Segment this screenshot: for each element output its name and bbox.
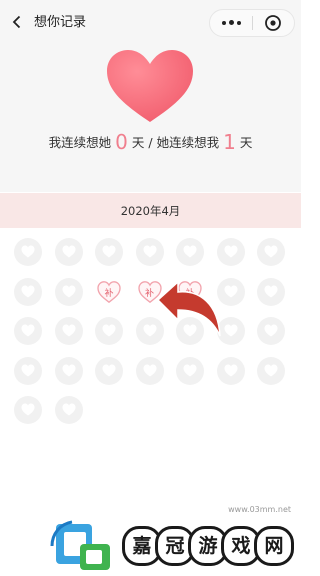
- heart-icon: [62, 403, 75, 416]
- heart-icon: [143, 245, 156, 258]
- calendar-day[interactable]: 补: [95, 277, 123, 306]
- calendar-day[interactable]: [95, 317, 123, 345]
- calendar-day[interactable]: [176, 356, 204, 385]
- streak-summary: 我连续想她 0 天 / 她连续想我 1 天: [0, 128, 301, 158]
- calendar-day[interactable]: [216, 238, 245, 266]
- heart-icon: [21, 324, 35, 337]
- calendar-day[interactable]: [54, 317, 83, 345]
- calendar-day[interactable]: [54, 356, 83, 385]
- heart-icon: [102, 324, 116, 337]
- more-dot-icon: [229, 20, 234, 25]
- calendar-day[interactable]: [54, 277, 83, 306]
- calendar-day[interactable]: [14, 356, 42, 385]
- month-label: 2020年4月: [120, 204, 181, 218]
- calendar-day[interactable]: [135, 356, 164, 385]
- calendar-day[interactable]: [14, 317, 42, 345]
- heart-icon: [62, 364, 75, 376]
- calendar-day[interactable]: [54, 238, 83, 266]
- heart-icon: [264, 364, 278, 376]
- calendar-day[interactable]: [14, 238, 42, 266]
- calendar-day[interactable]: [54, 396, 83, 424]
- heart-icon: [224, 245, 237, 258]
- heart-icon: [21, 364, 35, 376]
- target-icon: [265, 15, 281, 31]
- heart-icon: [183, 364, 197, 376]
- heart-icon: [264, 245, 278, 258]
- heart-icon: [143, 324, 156, 337]
- heart-icon: [102, 245, 116, 258]
- logo-character: 网: [254, 526, 294, 566]
- mini-program-capsule: [209, 9, 295, 37]
- heart-icon: [107, 50, 193, 122]
- my-streak-label: 我连续想她: [48, 135, 112, 150]
- calendar-day[interactable]: [176, 238, 204, 266]
- heart-icon: [21, 403, 35, 416]
- calendar-day[interactable]: [257, 238, 285, 266]
- heart-icon: [62, 324, 75, 337]
- my-streak-count: 0: [115, 130, 128, 154]
- site-logo: 嘉冠游戏网: [46, 520, 296, 576]
- heart-icon: [21, 245, 35, 258]
- close-mini-program-button[interactable]: [253, 10, 295, 36]
- heart-icon: [102, 364, 116, 376]
- back-arrow-icon[interactable]: [9, 14, 25, 30]
- heart-icon: [62, 285, 75, 297]
- more-dot-icon: [222, 21, 226, 25]
- watermark-url: www.03mm.net: [228, 505, 291, 514]
- calendar-day[interactable]: [135, 238, 164, 266]
- calendar-day[interactable]: [14, 277, 42, 306]
- heart-icon: [62, 245, 75, 258]
- more-dot-icon: [237, 21, 241, 25]
- makeup-label: 补: [104, 288, 114, 299]
- her-streak-count: 1: [223, 130, 236, 154]
- heart-icon: [224, 364, 237, 376]
- her-streak-label: 天 / 她连续想我: [131, 135, 220, 150]
- heart-icon: [264, 324, 278, 337]
- heart-icon: [21, 285, 35, 297]
- header-area: 想你记录 我连续想她 0 天 / 她连续想我 1 天: [0, 0, 301, 192]
- calendar-day[interactable]: [14, 396, 42, 424]
- page-title: 想你记录: [34, 15, 87, 30]
- app-frame: 想你记录 我连续想她 0 天 / 她连续想我 1 天 2020年4月 补 补 w…: [0, 0, 301, 576]
- more-menu-button[interactable]: [210, 10, 253, 36]
- calendar-day[interactable]: [257, 277, 285, 306]
- navigation-bar: 想你记录: [0, 8, 301, 38]
- pointer-arrow-icon: [156, 280, 221, 337]
- calendar-day[interactable]: [95, 238, 123, 266]
- heart-icon: [143, 364, 156, 376]
- calendar-day[interactable]: [95, 356, 123, 385]
- month-header: 2020年4月: [0, 193, 301, 228]
- calendar-day[interactable]: [216, 356, 245, 385]
- logo-icon: [50, 520, 110, 570]
- calendar-day[interactable]: [257, 317, 285, 345]
- calendar-day[interactable]: [257, 356, 285, 385]
- heart-icon: [264, 285, 278, 297]
- heart-icon: [183, 245, 197, 258]
- streak-unit: 天: [239, 135, 253, 150]
